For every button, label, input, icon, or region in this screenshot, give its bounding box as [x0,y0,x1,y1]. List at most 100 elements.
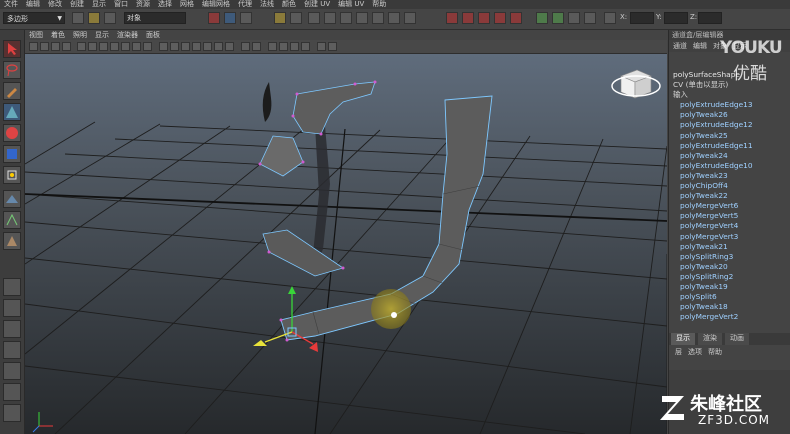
panel-menu-show[interactable]: 显示 [91,30,113,40]
scale-icon[interactable] [3,145,21,163]
list-item[interactable]: polyTweak18 [669,302,790,312]
layer-menu-help[interactable]: 帮助 [708,347,722,357]
menu-edit-mesh[interactable]: 编辑网格 [198,0,234,9]
isolate-select-icon[interactable] [241,42,250,51]
wireframe-on-shaded-icon[interactable] [181,42,190,51]
list-item[interactable]: polyMergeVert5 [669,211,790,221]
x-coordinate-field[interactable] [630,12,654,24]
textured-icon[interactable] [192,42,201,51]
list-item[interactable]: polyTweak20 [669,262,790,272]
layer-menu-layers[interactable]: 层 [675,347,682,357]
layout-uv-icon[interactable] [3,404,21,422]
snap-view-plane-icon[interactable] [494,12,506,24]
list-item[interactable]: polyTweak19 [669,282,790,292]
film-gate-icon[interactable] [88,42,97,51]
last-tool-icon[interactable] [3,232,21,250]
list-item[interactable]: polyMergeVert3 [669,232,790,242]
panel-menu-view[interactable]: 视图 [25,30,47,40]
lights-icon[interactable] [203,42,212,51]
select-by-curve-icon[interactable] [308,12,320,24]
select-object-icon[interactable] [224,12,236,24]
list-item[interactable]: polyChipOff4 [669,181,790,191]
layout-side-icon[interactable] [3,320,21,338]
y-coordinate-field[interactable] [664,12,688,24]
menu-create[interactable]: 创建 [66,0,88,9]
menu-set-select[interactable]: 多边形 ▼ [3,12,65,24]
select-hierarchy-icon[interactable] [208,12,220,24]
menu-mesh[interactable]: 网格 [176,0,198,9]
tab-anim-layers[interactable]: 动画 [725,333,749,345]
list-item[interactable]: polyExtrudeEdge13 [669,100,790,110]
select-component-icon[interactable] [240,12,252,24]
menu-file[interactable]: 文件 [0,0,22,9]
high-quality-icon[interactable] [252,42,261,51]
history-icon[interactable] [536,12,548,24]
shadows-icon[interactable] [214,42,223,51]
safe-title-icon[interactable] [143,42,152,51]
motion-blur-icon[interactable] [279,42,288,51]
make-live-icon[interactable] [510,12,522,24]
select-by-joint-icon[interactable] [290,12,302,24]
list-item[interactable]: polyExtrudeEdge12 [669,120,790,130]
list-item[interactable]: polyMergeVert2 [669,312,790,322]
menu-help[interactable]: 帮助 [368,0,390,9]
tab-channels[interactable]: 通道 [673,41,687,51]
panel-menu-renderer[interactable]: 渲染器 [113,30,142,40]
layout-single-icon[interactable] [3,278,21,296]
ipr-render-icon[interactable] [568,12,580,24]
menu-assets[interactable]: 资源 [132,0,154,9]
camera-visibility-icon[interactable] [317,42,326,51]
menu-select[interactable]: 选择 [154,0,176,9]
open-folder-icon[interactable] [88,12,100,24]
render-settings-icon[interactable] [584,12,596,24]
tab-render-layers[interactable]: 渲染 [698,333,722,345]
perspective-viewport[interactable] [25,54,667,434]
menu-proxy[interactable]: 代理 [234,0,256,9]
new-scene-icon[interactable] [72,12,84,24]
transform-mode-icon[interactable] [604,12,616,24]
paint-select-icon[interactable] [3,82,21,100]
lasso-icon[interactable] [3,61,21,79]
list-item[interactable]: polyMergeVert6 [669,201,790,211]
field-chart-icon[interactable] [121,42,130,51]
list-item[interactable]: polySplit6 [669,292,790,302]
viewport-canvas[interactable] [25,54,667,434]
tab-display-layers[interactable]: 显示 [671,333,695,345]
menu-edit[interactable]: 编辑 [22,0,44,9]
list-item[interactable]: polyMergeVert4 [669,221,790,231]
select-arrow-icon[interactable] [3,40,21,58]
rotate-icon[interactable] [3,124,21,142]
shape-cv-toggle[interactable]: CV (单击以显示) [669,80,790,90]
layout-four-icon[interactable] [3,299,21,317]
list-item[interactable]: polyTweak24 [669,151,790,161]
lock-selection-icon[interactable] [404,12,416,24]
image-plane-icon[interactable] [62,42,71,51]
layer-menu-options[interactable]: 选项 [688,347,702,357]
layout-outliner-icon[interactable] [3,341,21,359]
z-coordinate-field[interactable] [698,12,722,24]
camera-attributes-icon[interactable] [40,42,49,51]
universal-manipulator-icon[interactable] [3,166,21,184]
depth-of-field-icon[interactable] [301,42,310,51]
move-icon[interactable] [3,103,21,121]
save-icon[interactable] [104,12,116,24]
ambient-occlusion-icon[interactable] [268,42,277,51]
antialias-icon[interactable] [290,42,299,51]
menu-color[interactable]: 颜色 [278,0,300,9]
menu-edit-uv[interactable]: 编辑 UV [334,0,368,9]
camera-select-icon[interactable] [29,42,38,51]
grid-toggle-icon[interactable] [77,42,86,51]
list-item[interactable]: polySplitRing3 [669,252,790,262]
wireframe-icon[interactable] [159,42,168,51]
menu-create-uv[interactable]: 创建 UV [300,0,334,9]
resolution-gate-icon[interactable] [99,42,108,51]
panel-menu-shading[interactable]: 着色 [47,30,69,40]
snap-curve-icon[interactable] [462,12,474,24]
list-item[interactable]: polyTweak22 [669,191,790,201]
gate-mask-icon[interactable] [110,42,119,51]
list-item[interactable]: polyTweak25 [669,131,790,141]
select-by-dynamic-icon[interactable] [356,12,368,24]
selected-vertex[interactable] [391,312,397,318]
select-by-surface-icon[interactable] [324,12,336,24]
soft-mod-icon[interactable] [3,190,21,208]
